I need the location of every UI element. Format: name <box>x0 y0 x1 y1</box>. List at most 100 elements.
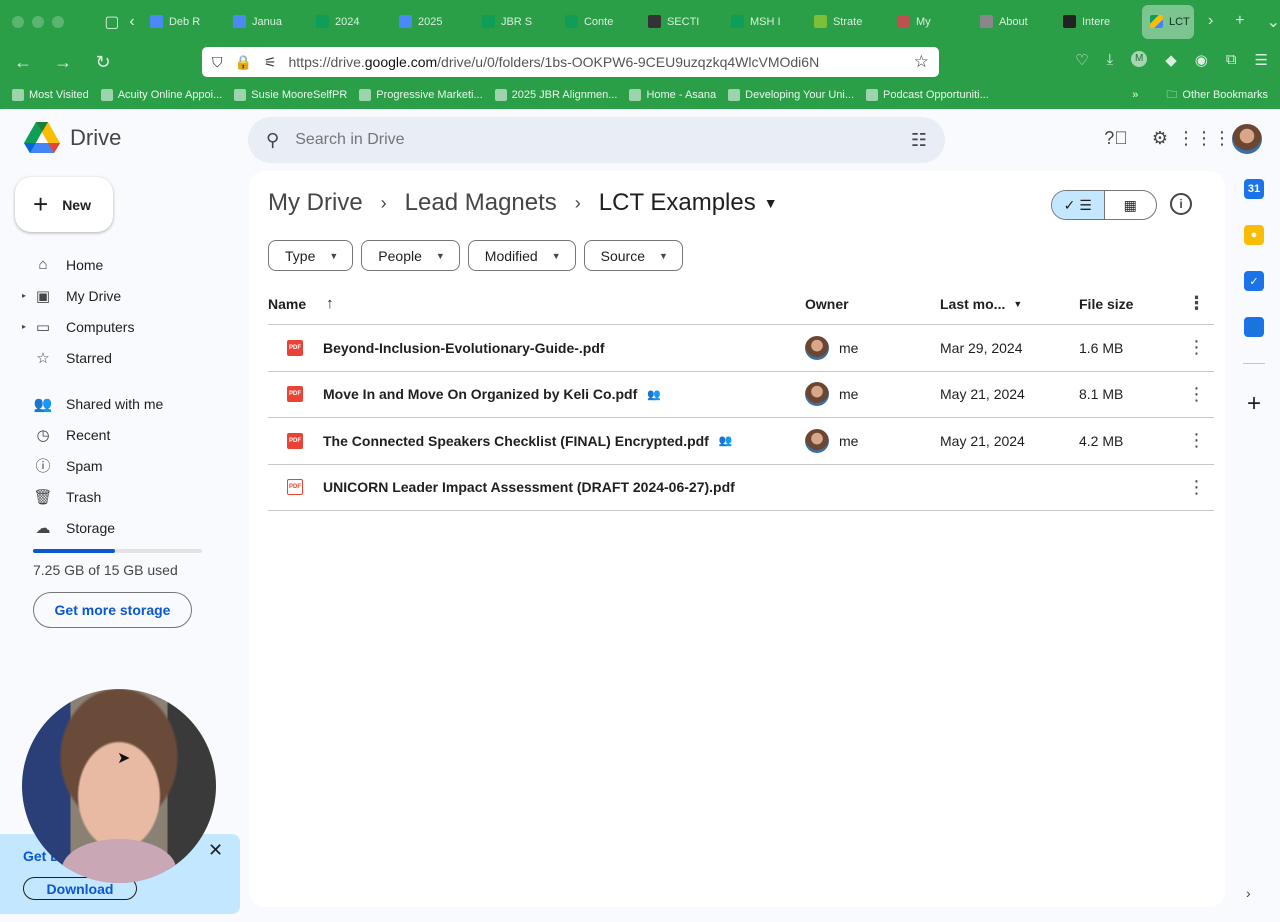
settings-gear-icon[interactable]: ⚙ <box>1148 126 1172 150</box>
search-input[interactable] <box>295 131 911 149</box>
bookmark-item[interactable]: Susie MooreSelfPR <box>234 89 347 101</box>
tab-item[interactable]: 2025 <box>391 5 474 39</box>
breadcrumb-my-drive[interactable]: My Drive <box>268 189 363 217</box>
hide-side-panel-icon[interactable]: › <box>1246 885 1251 901</box>
tab-item[interactable]: Conte <box>557 5 640 39</box>
bookmark-item[interactable]: Most Visited <box>12 89 89 101</box>
new-button[interactable]: + New <box>15 177 113 232</box>
column-options-icon[interactable]: ⋮ <box>1179 293 1214 314</box>
file-name-cell[interactable]: PDF Beyond-Inclusion-Evolutionary-Guide-.… <box>268 339 805 356</box>
address-bar[interactable]: ⛉ 🔒 ⚟ https://drive.google.com/drive/u/0… <box>202 47 939 77</box>
permissions-icon[interactable]: ⚟ <box>264 54 277 71</box>
tab-item[interactable]: SECTI <box>640 5 723 39</box>
pocket-icon[interactable]: ♡ <box>1075 51 1088 69</box>
url-text[interactable]: https://drive.google.com/drive/u/0/folde… <box>289 54 914 70</box>
tab-active[interactable]: LCT ✕ <box>1141 4 1194 39</box>
table-row[interactable]: PDF UNICORN Leader Impact Assessment (DRA… <box>268 465 1214 511</box>
more-actions-icon[interactable]: ⋮ <box>1179 430 1214 451</box>
grid-view-button[interactable]: ▦ <box>1105 191 1157 219</box>
folder-menu-dropdown-icon[interactable]: ▼ <box>764 195 778 211</box>
bookmark-item[interactable]: 2025 JBR Alignmen... <box>494 89 617 101</box>
file-name-cell[interactable]: PDF UNICORN Leader Impact Assessment (DRA… <box>268 479 805 496</box>
tab-item[interactable]: Intere <box>1055 5 1138 39</box>
table-row[interactable]: PDF The Connected Speakers Checklist (FIN… <box>268 418 1214 465</box>
bookmark-item[interactable]: Podcast Opportuniti... <box>866 89 989 101</box>
downloads-icon[interactable]: ⤓ <box>1107 51 1114 69</box>
reload-icon[interactable]: ↻ <box>86 52 120 73</box>
forward-icon[interactable]: → <box>46 52 80 73</box>
search-options-icon[interactable]: ☷ <box>911 130 927 151</box>
column-owner-header[interactable]: Owner <box>805 296 940 312</box>
sidebar-item-shared-with-me[interactable]: 👥 Shared with me <box>0 388 240 419</box>
filter-chip-type[interactable]: Type ▼ <box>268 240 354 271</box>
column-modified-header[interactable]: Last mo... ▼ <box>940 296 1079 312</box>
drive-logo[interactable]: Drive <box>24 122 121 154</box>
calendar-icon[interactable]: 31 <box>1244 179 1264 199</box>
file-name[interactable]: UNICORN Leader Impact Assessment (DRAFT … <box>323 479 735 495</box>
sidebar-item-recent[interactable]: ◷ Recent <box>0 419 240 450</box>
back-icon[interactable]: ← <box>6 52 40 73</box>
more-actions-icon[interactable]: ⋮ <box>1179 337 1214 358</box>
tabs-scroll-left-icon[interactable]: ‹ <box>122 13 142 31</box>
expand-caret-icon[interactable]: ▸ <box>22 291 26 300</box>
tab-overview-icon[interactable]: ▢ <box>102 12 122 32</box>
table-row[interactable]: PDF Beyond-Inclusion-Evolutionary-Guide-.… <box>268 325 1214 372</box>
tab-item[interactable]: Janua <box>225 5 308 39</box>
sort-dropdown-icon[interactable]: ▼ <box>1013 299 1022 309</box>
file-name-cell[interactable]: PDF Move In and Move On Organized by Keli… <box>268 386 805 403</box>
filter-chip-people[interactable]: People ▼ <box>361 240 460 271</box>
menu-icon[interactable]: ☰ <box>1255 51 1268 69</box>
keep-icon[interactable]: ● <box>1244 225 1264 245</box>
maximize-window-button[interactable] <box>52 15 64 28</box>
expand-caret-icon[interactable]: ▸ <box>22 322 26 331</box>
sidebar-item-spam[interactable]: ⓘ Spam <box>0 450 240 481</box>
tab-item[interactable]: Deb R <box>142 5 225 39</box>
tasks-icon[interactable]: ✓ <box>1244 271 1264 291</box>
column-name-header[interactable]: Name ↑ <box>268 295 805 312</box>
filter-chip-source[interactable]: Source ▼ <box>583 240 683 271</box>
bookmark-item[interactable]: Acuity Online Appoi... <box>100 89 222 101</box>
tab-item[interactable]: MSH I <box>723 5 806 39</box>
file-name[interactable]: The Connected Speakers Checklist (FINAL)… <box>323 433 709 449</box>
tab-list-dropdown-icon[interactable]: ⌄ <box>1267 12 1280 32</box>
sidebar-item-starred[interactable]: ☆ Starred <box>0 342 240 373</box>
search-bar[interactable]: ⚲ ☷ <box>248 117 945 163</box>
lock-icon[interactable]: 🔒 <box>235 54 252 71</box>
new-tab-icon[interactable]: + <box>1235 12 1244 32</box>
sidebar-item-storage[interactable]: ☁ Storage <box>0 512 240 543</box>
close-window-button[interactable] <box>12 15 24 28</box>
minimize-window-button[interactable] <box>32 15 44 28</box>
tab-item[interactable]: My <box>889 5 972 39</box>
sort-ascending-icon[interactable]: ↑ <box>326 295 334 312</box>
bookmark-item[interactable]: Developing Your Uni... <box>728 89 854 101</box>
sidebar-item-trash[interactable]: 🗑 Trash <box>0 481 240 512</box>
extensions-icon[interactable]: ⧉ <box>1226 51 1237 69</box>
filter-chip-modified[interactable]: Modified ▼ <box>467 240 576 271</box>
grammar-extension-icon[interactable]: ◉ <box>1195 51 1208 69</box>
shield-icon[interactable]: ⛉ <box>212 54 223 71</box>
profile-extension-icon[interactable]: M <box>1131 51 1148 67</box>
close-promo-icon[interactable]: ✕ <box>208 840 223 861</box>
apps-grid-icon[interactable]: ⋮⋮⋮ <box>1177 126 1231 150</box>
get-more-storage-button[interactable]: Get more storage <box>33 592 192 628</box>
more-actions-icon[interactable]: ⋮ <box>1179 384 1214 405</box>
more-actions-icon[interactable]: ⋮ <box>1179 477 1214 498</box>
breadcrumb-current-folder[interactable]: LCT Examples <box>599 189 756 217</box>
file-name[interactable]: Move In and Move On Organized by Keli Co… <box>323 386 637 402</box>
sidebar-item-computers[interactable]: ▸ ▭ Computers <box>0 311 240 342</box>
details-info-icon[interactable]: i <box>1170 193 1192 215</box>
get-add-ons-plus-icon[interactable]: + <box>1247 390 1261 418</box>
bookmarks-overflow-icon[interactable]: » <box>1132 89 1138 101</box>
extension-icon[interactable]: ◆ <box>1165 51 1177 69</box>
account-avatar[interactable] <box>1232 124 1262 154</box>
tabs-scroll-right-icon[interactable]: › <box>1208 12 1213 32</box>
breadcrumb-lead-magnets[interactable]: Lead Magnets <box>405 189 557 217</box>
help-icon[interactable]: ?⃝ <box>1104 126 1128 150</box>
tab-item[interactable]: JBR S <box>474 5 557 39</box>
other-bookmarks[interactable]: 🗀 Other Bookmarks <box>1166 86 1268 105</box>
search-icon[interactable]: ⚲ <box>266 130 279 151</box>
tab-item[interactable]: About <box>972 5 1055 39</box>
file-name-cell[interactable]: PDF The Connected Speakers Checklist (FIN… <box>268 432 805 449</box>
bookmark-item[interactable]: Progressive Marketi... <box>359 89 483 101</box>
file-name[interactable]: Beyond-Inclusion-Evolutionary-Guide-.pdf <box>323 340 605 356</box>
